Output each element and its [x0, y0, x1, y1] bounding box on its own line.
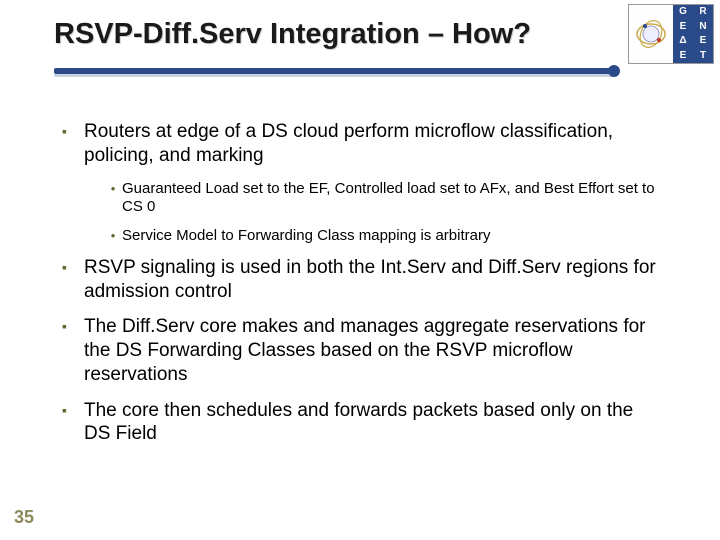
title-rule [54, 68, 614, 74]
logo-letter: R [693, 5, 713, 20]
logo-letter: Δ [673, 34, 693, 49]
bullet-level1: ▪ The core then schedules and forwards p… [62, 399, 662, 447]
content-area: ▪ Routers at edge of a DS cloud perform … [62, 120, 662, 458]
bullet-text: The Diff.Serv core makes and manages agg… [84, 315, 662, 386]
logo-letter: N [693, 20, 713, 35]
bullet-text: RSVP signaling is used in both the Int.S… [84, 256, 662, 304]
dot-bullet-icon: • [104, 180, 122, 198]
slide-title: RSVP-Diff.Serv Integration – How? [54, 18, 531, 51]
sub-bullet-text: Guaranteed Load set to the EF, Controlle… [122, 180, 662, 218]
dot-bullet-icon: • [104, 227, 122, 245]
slide-number: 35 [14, 507, 34, 528]
bullet-level1: ▪ The Diff.Serv core makes and manages a… [62, 315, 662, 386]
logo-letter: E [693, 34, 713, 49]
bullet-level1: ▪ Routers at edge of a DS cloud perform … [62, 120, 662, 168]
logo-letter: T [693, 49, 713, 64]
square-bullet-icon: ▪ [62, 120, 84, 142]
logo-letter: G [673, 5, 693, 20]
bullet-level1: ▪ RSVP signaling is used in both the Int… [62, 256, 662, 304]
slide: RSVP-Diff.Serv Integration – How? G R E … [0, 0, 720, 540]
square-bullet-icon: ▪ [62, 315, 84, 337]
logo-letter: E [673, 20, 693, 35]
sub-bullet-text: Service Model to Forwarding Class mappin… [122, 227, 490, 246]
logo-globe-icon [629, 5, 673, 63]
square-bullet-icon: ▪ [62, 256, 84, 278]
sub-bullets: • Guaranteed Load set to the EF, Control… [104, 180, 662, 246]
logo: G R E N Δ E E T [628, 4, 714, 64]
square-bullet-icon: ▪ [62, 399, 84, 421]
logo-letters: G R E N Δ E E T [673, 5, 713, 63]
logo-letter: E [673, 49, 693, 64]
bullet-level2: • Guaranteed Load set to the EF, Control… [104, 180, 662, 218]
bullet-text: The core then schedules and forwards pac… [84, 399, 662, 447]
bullet-level2: • Service Model to Forwarding Class mapp… [104, 227, 662, 246]
bullet-text: Routers at edge of a DS cloud perform mi… [84, 120, 662, 168]
